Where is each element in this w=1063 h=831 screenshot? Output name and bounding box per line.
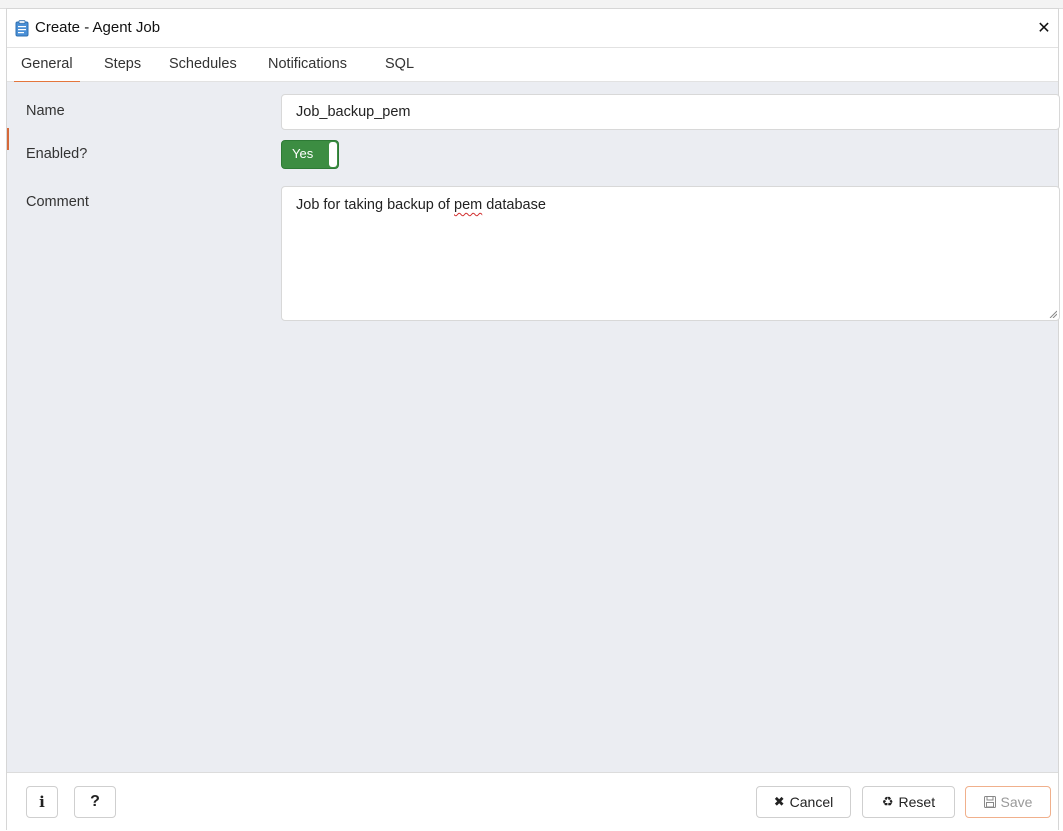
left-edge-marker	[7, 128, 9, 150]
info-button[interactable]: i	[26, 786, 58, 818]
tab-bar: General Steps Schedules Notifications SQ…	[7, 47, 1058, 83]
dialog-footer: i ? ✖ Cancel ♻ Reset Save	[7, 772, 1058, 831]
save-label: Save	[1000, 794, 1033, 810]
tab-steps[interactable]: Steps	[104, 48, 141, 81]
tab-general[interactable]: General	[14, 48, 80, 83]
resize-grip-icon[interactable]	[1049, 310, 1057, 318]
dialog-titlebar[interactable]: Create - Agent Job ✕	[7, 9, 1058, 47]
create-agent-job-dialog: Create - Agent Job ✕ General Steps Sched…	[6, 8, 1060, 831]
enabled-label: Enabled?	[26, 146, 88, 162]
question-icon: ?	[90, 793, 100, 810]
tab-notifications[interactable]: Notifications	[268, 48, 347, 81]
recycle-icon: ♻	[881, 794, 894, 809]
tab-sql[interactable]: SQL	[385, 48, 414, 81]
save-button[interactable]: Save	[965, 786, 1051, 818]
enabled-toggle[interactable]: Yes	[281, 140, 339, 169]
comment-textarea[interactable]: Job for taking backup of pem database	[281, 186, 1060, 321]
times-icon: ✖	[773, 794, 785, 809]
floppy-disk-icon	[983, 796, 996, 808]
tab-schedules[interactable]: Schedules	[169, 48, 237, 81]
dialog-title: Create - Agent Job	[35, 19, 161, 36]
info-icon: i	[39, 793, 45, 811]
reset-label: Reset	[898, 794, 936, 810]
name-input[interactable]	[281, 94, 1060, 130]
clipboard-icon	[15, 20, 29, 37]
help-button[interactable]: ?	[74, 786, 116, 818]
cancel-button[interactable]: ✖ Cancel	[756, 786, 851, 818]
reset-button[interactable]: ♻ Reset	[862, 786, 955, 818]
general-tab-panel: Name Enabled? Yes Comment Job for taking…	[7, 82, 1060, 772]
comment-label: Comment	[26, 194, 89, 210]
comment-misspelled-word: pem	[454, 197, 483, 213]
comment-text-start: Job for taking backup of	[296, 197, 454, 213]
close-icon[interactable]: ✕	[1036, 18, 1052, 38]
enabled-toggle-label: Yes	[292, 146, 314, 161]
name-label: Name	[26, 103, 65, 119]
comment-text-end: database	[482, 197, 546, 213]
toggle-handle	[329, 142, 337, 167]
cancel-label: Cancel	[789, 794, 834, 810]
